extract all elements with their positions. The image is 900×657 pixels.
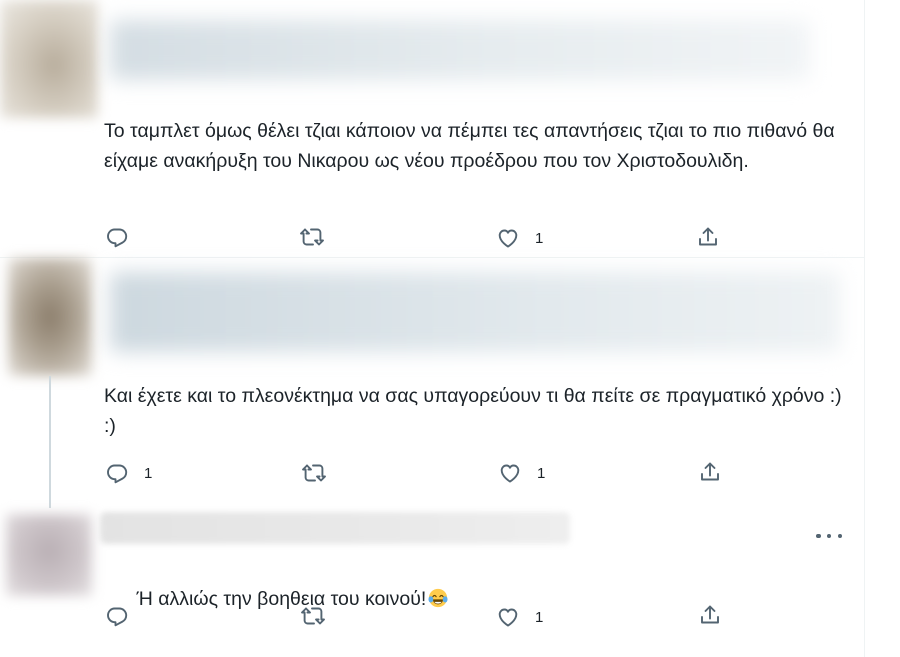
retweet-icon (300, 461, 326, 485)
tweet-3-text: Ή αλλιώς την βοηθεια του κοινού! (104, 555, 844, 644)
heart-icon (495, 226, 521, 250)
tweet-2-like-button[interactable]: 1 (497, 461, 545, 485)
share-icon (697, 603, 723, 627)
tweet-3-share-button[interactable] (697, 603, 723, 627)
tweet-3-text-content: Ή αλλιώς την βοηθεια του κοινού! (136, 587, 427, 610)
tweet-divider (0, 257, 864, 258)
tweet-1-share-button[interactable] (695, 225, 721, 249)
tweet-1-header-blurred (110, 20, 810, 80)
tweet-2-header-blurred (110, 272, 840, 352)
reply-icon (104, 225, 130, 249)
tweet-3-avatar[interactable] (6, 514, 92, 596)
tweet-3-like-button[interactable]: 1 (495, 605, 543, 629)
tweet-2-retweet-button[interactable] (300, 461, 340, 485)
thread-connector-line (49, 376, 51, 508)
tweet-1-text-content: Το ταμπλετ όμως θέλει τζιαι κάποιον να π… (104, 120, 841, 172)
reply-icon (104, 461, 130, 485)
share-icon (697, 460, 723, 484)
tweet-2-avatar[interactable] (8, 258, 92, 376)
tweet-2-like-count: 1 (537, 464, 546, 482)
tweet-2-reply-button[interactable]: 1 (104, 461, 152, 485)
tweet-1-text: Το ταμπλετ όμως θέλει τζιαι κάποιον να π… (104, 117, 844, 176)
tweet-3-reply-button[interactable] (104, 604, 144, 628)
more-options-button[interactable] (816, 527, 842, 545)
reply-icon (104, 604, 130, 628)
share-icon (695, 225, 721, 249)
tweet-3-like-count: 1 (535, 608, 544, 626)
face-with-tears-of-joy-emoji (428, 588, 448, 607)
more-icon (816, 533, 821, 539)
tweet-2-share-button[interactable] (697, 460, 723, 484)
tweet-1-reply-button[interactable] (104, 225, 144, 249)
tweet-1-like-count: 1 (535, 229, 544, 247)
tweet-2-text: Και έχετε και το πλεονέκτημα να σας υπαγ… (104, 382, 844, 441)
tweet-3-retweet-button[interactable] (299, 604, 339, 628)
retweet-icon (299, 604, 325, 628)
tweet-2-reply-count: 1 (144, 464, 153, 482)
tweet-3-header-blurred (100, 512, 570, 544)
timeline-panel: Το ταμπλετ όμως θέλει τζιαι κάποιον να π… (0, 0, 865, 657)
heart-icon (495, 605, 521, 629)
tweet-1-avatar[interactable] (0, 0, 98, 118)
tweet-1-retweet-button[interactable] (298, 225, 338, 249)
tweet-1-like-button[interactable]: 1 (495, 226, 543, 250)
heart-icon (497, 461, 523, 485)
tweet-2-text-content: Και έχετε και το πλεονέκτημα να σας υπαγ… (104, 385, 848, 437)
retweet-icon (298, 225, 324, 249)
